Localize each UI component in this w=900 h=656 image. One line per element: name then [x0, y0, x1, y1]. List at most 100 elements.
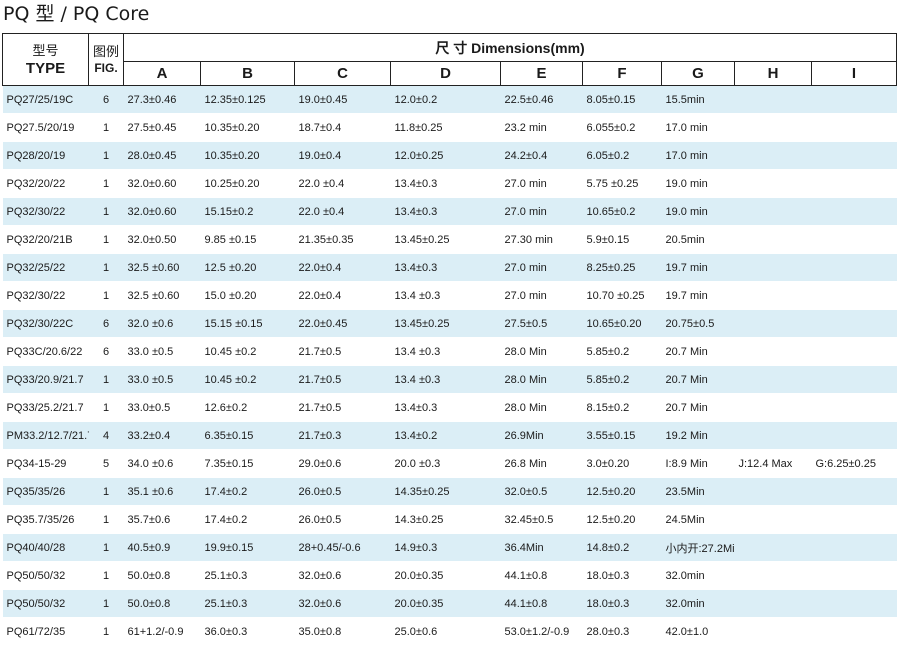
cell-h — [734, 225, 812, 254]
cell-g: 32.0min — [661, 561, 735, 590]
cell-i — [811, 617, 897, 646]
table-row: PQ32/20/22 1 32.0±0.60 10.25±0.20 22.0 ±0.4 1… — [2, 169, 897, 198]
cell-a: 33.0 ±0.5 — [123, 365, 201, 394]
cell-b: 25.1±0.3 — [200, 561, 295, 590]
cell-f: 10.70 ±0.25 — [582, 281, 662, 310]
table-row: PQ32/25/22 1 32.5 ±0.60 12.5 ±0.20 22.0±0.4 1… — [2, 253, 897, 282]
cell-fig: 1 — [88, 253, 124, 282]
cell-fig: 1 — [88, 589, 124, 618]
cell-i: G:6.25±0.25 — [811, 449, 897, 478]
cell-c: 22.0±0.45 — [294, 309, 391, 338]
cell-f: 8.05±0.15 — [582, 85, 662, 114]
cell-d: 13.4±0.3 — [390, 253, 501, 282]
table-header: 型号 TYPE 图例 FIG. 尺 寸 Dimensions(mm) A B C… — [2, 33, 898, 86]
cell-type: PQ32/20/21B — [2, 225, 89, 254]
cell-h — [734, 365, 812, 394]
table-row: PQ50/50/32 1 50.0±0.8 25.1±0.3 32.0±0.6 20.0±… — [2, 589, 897, 618]
cell-e: 27.0 min — [500, 281, 583, 310]
header-type-en: TYPE — [25, 59, 66, 77]
cell-type: PQ32/30/22 — [2, 281, 89, 310]
cell-type: PQ40/40/28 — [2, 533, 89, 562]
cell-type: PQ33C/20.6/22 — [2, 337, 89, 366]
cell-fig: 6 — [88, 309, 124, 338]
cell-e: 27.0 min — [500, 253, 583, 282]
cell-a: 34.0 ±0.6 — [123, 449, 201, 478]
cell-i — [811, 225, 897, 254]
page-title: PQ 型 / PQ Core — [3, 3, 150, 25]
cell-d: 13.4 ±0.3 — [390, 337, 501, 366]
cell-f: 5.9±0.15 — [582, 225, 662, 254]
cell-fig: 4 — [88, 421, 124, 450]
cell-a: 28.0±0.45 — [123, 141, 201, 170]
cell-c: 35.0±0.8 — [294, 617, 391, 646]
cell-g: I:8.9 Min — [661, 449, 735, 478]
cell-b: 12.35±0.125 — [200, 85, 295, 114]
cell-f: 5.75 ±0.25 — [582, 169, 662, 198]
table-row: PQ27/25/19C 6 27.3±0.46 12.35±0.125 19.0±0.4… — [2, 85, 897, 114]
cell-d: 13.4±0.3 — [390, 393, 501, 422]
cell-f: 10.65±0.20 — [582, 309, 662, 338]
cell-g: 17.0 min — [661, 113, 735, 142]
cell-h — [734, 561, 812, 590]
cell-type: PQ27/25/19C — [2, 85, 89, 114]
cell-d: 25.0±0.6 — [390, 617, 501, 646]
table-row: PQ28/20/19 1 28.0±0.45 10.35±0.20 19.0±0.4 12… — [2, 141, 897, 170]
header-col-b: B — [200, 61, 295, 86]
header-fig-en: FIG. — [94, 60, 118, 75]
cell-d: 14.35±0.25 — [390, 477, 501, 506]
cell-b: 17.4±0.2 — [200, 505, 295, 534]
table-row: PQ34-15-29 5 34.0 ±0.6 7.35±0.15 29.0±0.6 20.… — [2, 449, 897, 478]
cell-a: 32.5 ±0.60 — [123, 253, 201, 282]
header-type-cn: 型号 — [32, 42, 59, 58]
cell-d: 13.45±0.25 — [390, 225, 501, 254]
cell-i — [811, 533, 897, 562]
cell-f: 8.15±0.2 — [582, 393, 662, 422]
cell-fig: 1 — [88, 477, 124, 506]
cell-d: 13.45±0.25 — [390, 309, 501, 338]
cell-type: PQ34-15-29 — [2, 449, 89, 478]
cell-d: 13.4±0.2 — [390, 421, 501, 450]
cell-fig: 5 — [88, 449, 124, 478]
cell-f: 12.5±0.20 — [582, 505, 662, 534]
cell-i — [811, 141, 897, 170]
cell-a: 32.0 ±0.6 — [123, 309, 201, 338]
cell-h — [734, 141, 812, 170]
cell-i — [811, 85, 897, 114]
cell-fig: 1 — [88, 113, 124, 142]
cell-i — [811, 337, 897, 366]
cell-c: 32.0±0.6 — [294, 561, 391, 590]
cell-f: 6.055±0.2 — [582, 113, 662, 142]
cell-fig: 6 — [88, 337, 124, 366]
cell-fig: 1 — [88, 197, 124, 226]
cell-a: 33.0 ±0.5 — [123, 337, 201, 366]
header-col-a: A — [123, 61, 201, 86]
cell-type: PQ50/50/32 — [2, 589, 89, 618]
cell-a: 35.1 ±0.6 — [123, 477, 201, 506]
cell-fig: 1 — [88, 281, 124, 310]
cell-d: 11.8±0.25 — [390, 113, 501, 142]
cell-e: 26.8 Min — [500, 449, 583, 478]
cell-b: 15.0 ±0.20 — [200, 281, 295, 310]
cell-g: 20.5min — [661, 225, 735, 254]
cell-e: 32.45±0.5 — [500, 505, 583, 534]
cell-g: 19.7 min — [661, 253, 735, 282]
cell-d: 20.0±0.35 — [390, 561, 501, 590]
cell-e: 27.0 min — [500, 197, 583, 226]
cell-g: 20.7 Min — [661, 365, 735, 394]
header-columns-row: A B C D E F G H I — [3, 61, 898, 86]
header-col-f: F — [582, 61, 662, 86]
cell-i — [811, 393, 897, 422]
cell-c: 28+0.45/-0.6 — [294, 533, 391, 562]
header-col-i: I — [810, 61, 898, 86]
cell-h — [734, 617, 812, 646]
cell-i — [811, 477, 897, 506]
cell-f: 5.85±0.2 — [582, 365, 662, 394]
table-row: PQ40/40/28 1 40.5±0.9 19.9±0.15 28+0.45/-0.6… — [2, 533, 897, 562]
cell-i — [811, 589, 897, 618]
cell-h — [734, 113, 812, 142]
cell-type: PQ50/50/32 — [2, 561, 89, 590]
cell-a: 33.0±0.5 — [123, 393, 201, 422]
table-row: PQ32/30/22C 6 32.0 ±0.6 15.15 ±0.15 22.0±0.4… — [2, 309, 897, 338]
cell-g: 小内开:27.2Min — [661, 533, 735, 562]
cell-e: 44.1±0.8 — [500, 561, 583, 590]
